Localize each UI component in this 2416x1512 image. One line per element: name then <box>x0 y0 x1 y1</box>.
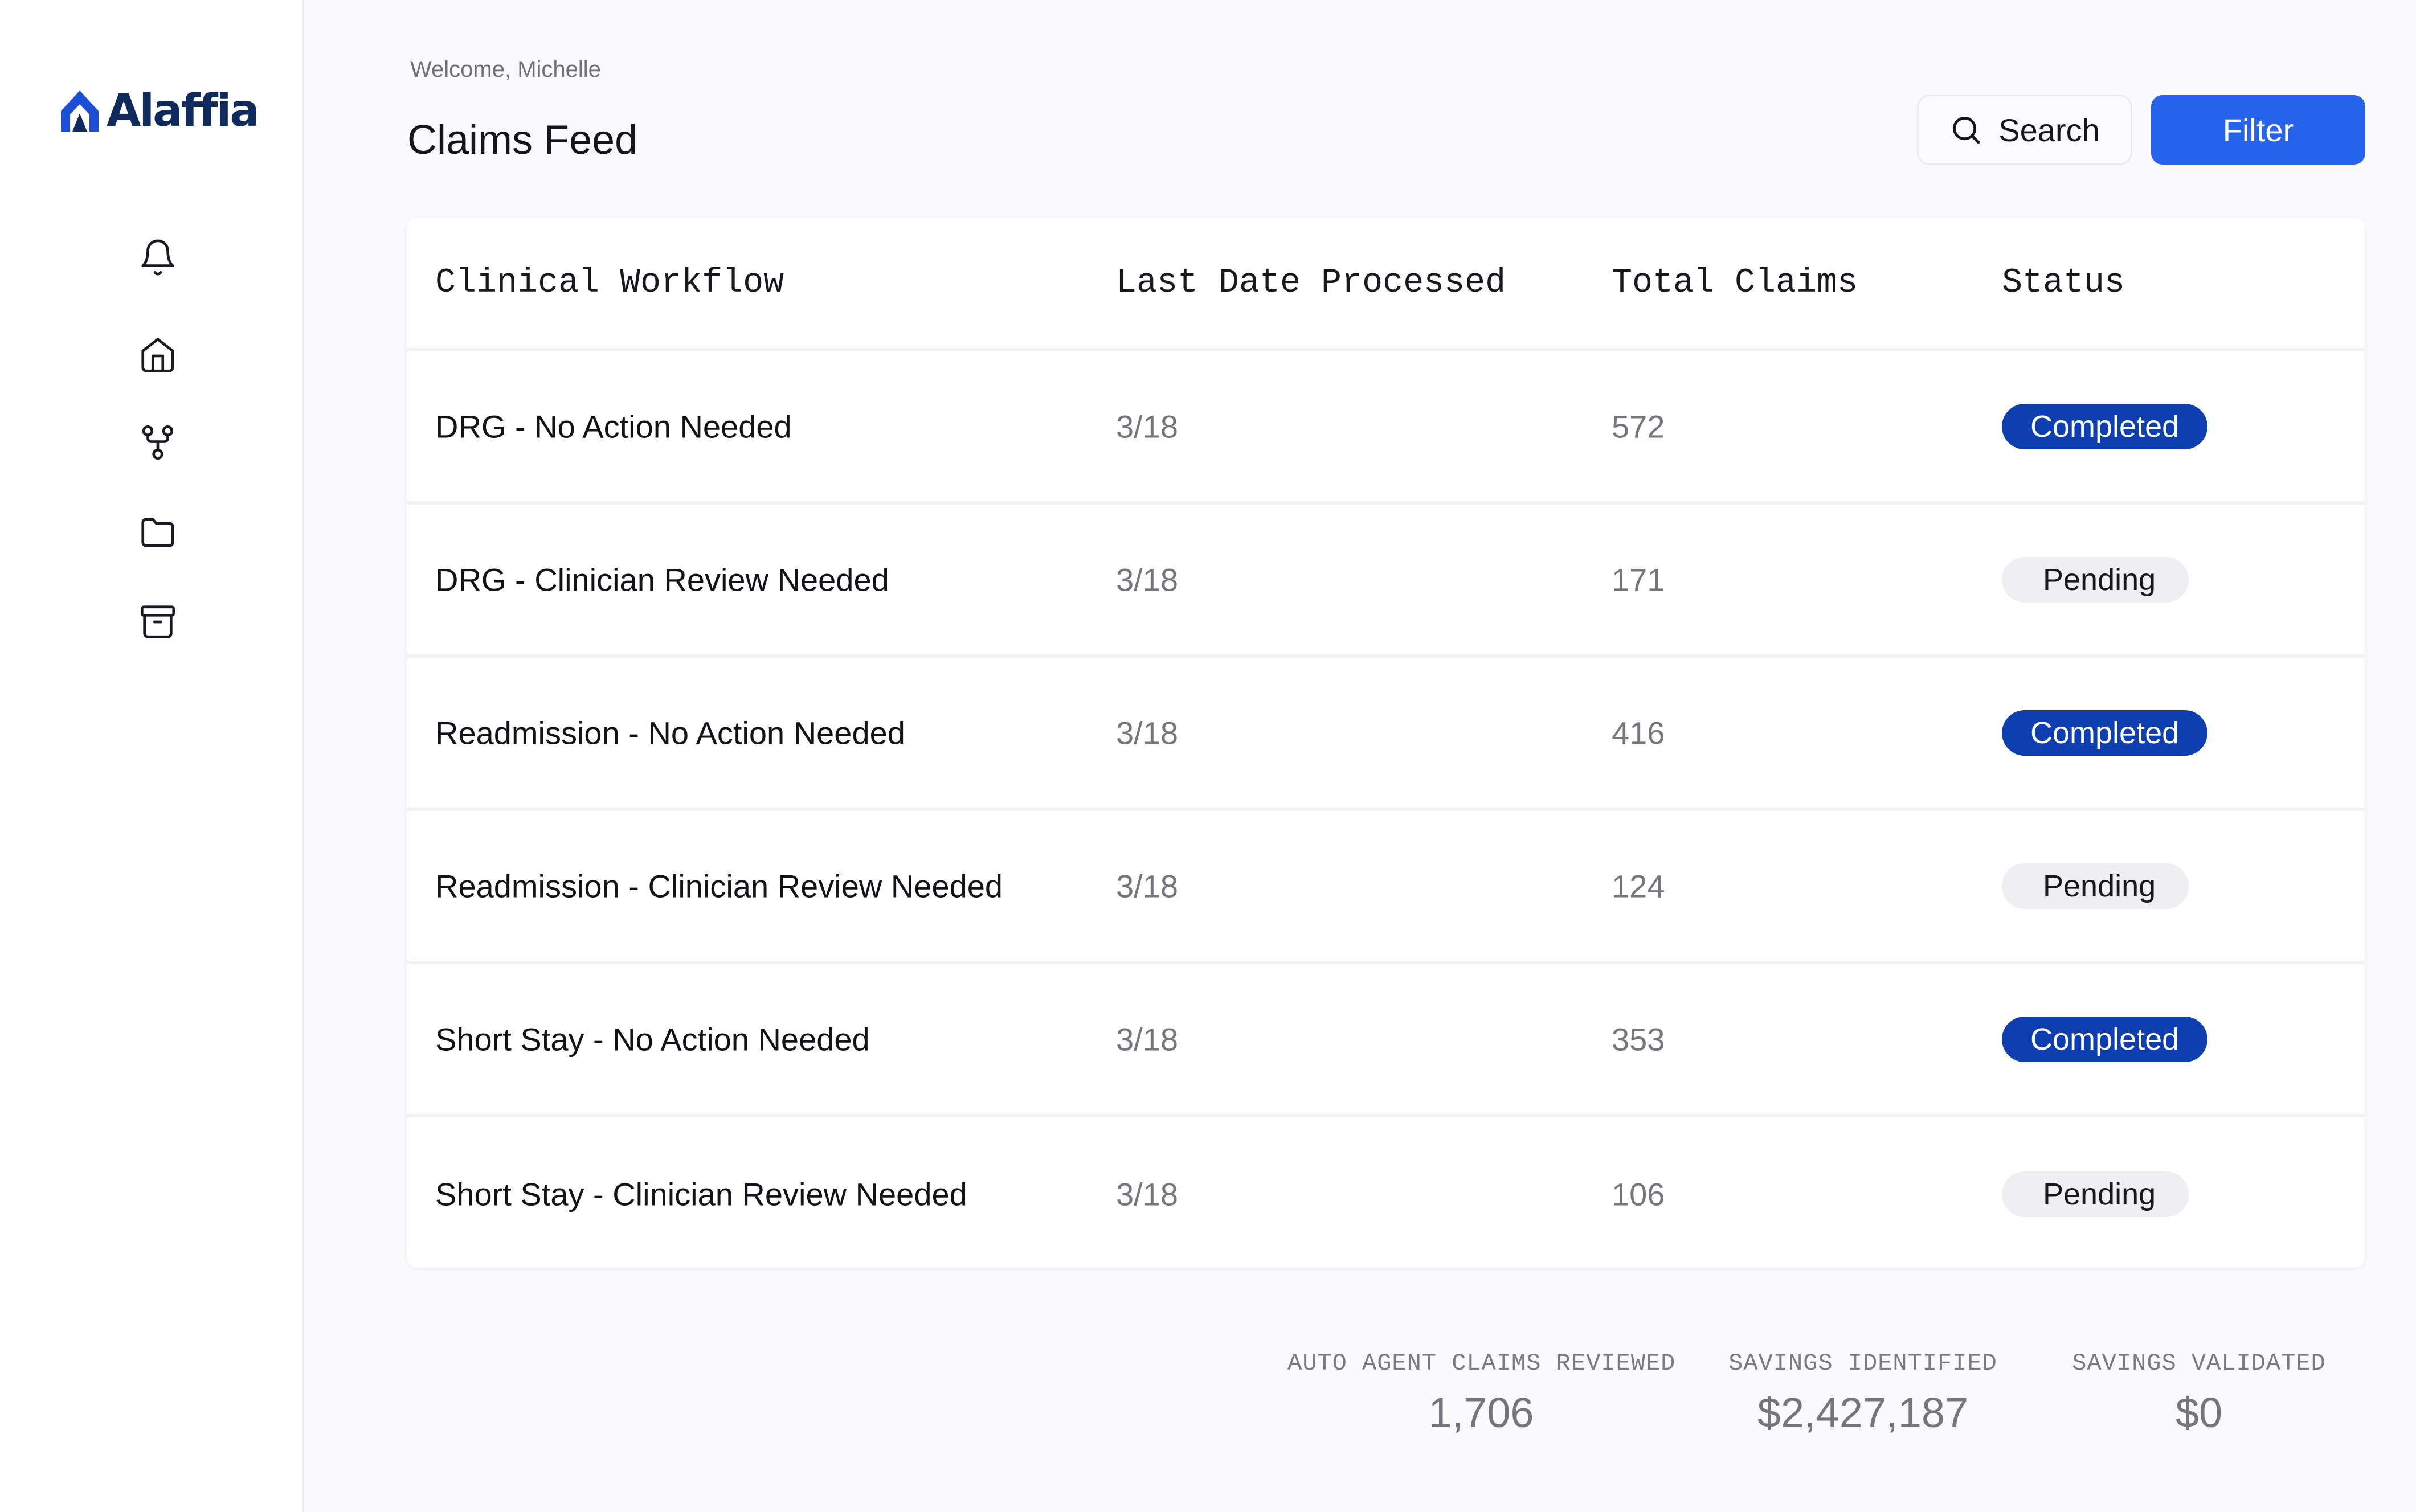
table-row[interactable]: Readmission - Clinician Review Needed 3/… <box>407 811 2365 964</box>
column-header-total-claims[interactable]: Total Claims <box>1612 264 1858 302</box>
status-badge: Completed <box>2002 403 2208 449</box>
total-claims: 416 <box>1612 715 1665 751</box>
total-claims: 106 <box>1612 1176 1665 1212</box>
total-claims: 171 <box>1612 562 1665 597</box>
column-header-last-date[interactable]: Last Date Processed <box>1116 264 1506 302</box>
status-cell: Pending <box>2002 1171 2189 1217</box>
bell-icon <box>141 239 174 276</box>
stat-value: 1,706 <box>1428 1389 1534 1436</box>
last-date: 3/18 <box>1116 868 1178 904</box>
alaffia-logo-icon <box>61 91 99 132</box>
stat-savings-validated: SAVINGS VALIDATED $0 <box>2062 1350 2336 1437</box>
stat-savings-identified: SAVINGS IDENTIFIED $2,427,187 <box>1726 1350 2000 1437</box>
status-cell: Completed <box>2002 710 2208 756</box>
table-row[interactable]: DRG - Clinician Review Needed 3/18 171 P… <box>407 505 2365 658</box>
table-row[interactable]: Readmission - No Action Needed 3/18 416 … <box>407 658 2365 811</box>
status-cell: Pending <box>2002 556 2189 603</box>
brand-name: Alaffia <box>107 85 260 137</box>
folder-icon <box>141 518 174 547</box>
search-icon <box>1953 117 1980 144</box>
status-badge: Completed <box>2002 1016 2208 1062</box>
total-claims: 124 <box>1612 868 1665 904</box>
last-date: 3/18 <box>1116 408 1178 444</box>
table-header: Clinical Workflow Last Date Processed To… <box>407 218 2365 351</box>
search-button-label: Search <box>1998 112 2100 148</box>
archive-nav[interactable] <box>137 601 179 643</box>
column-header-status[interactable]: Status <box>2002 264 2125 302</box>
workflow-name: Readmission - Clinician Review Needed <box>435 868 1003 904</box>
workflow-name: DRG - Clinician Review Needed <box>435 562 889 597</box>
last-date: 3/18 <box>1116 1176 1178 1212</box>
total-claims: 572 <box>1612 408 1665 444</box>
table-row[interactable]: Short Stay - Clinician Review Needed 3/1… <box>407 1117 2365 1268</box>
column-header-workflow[interactable]: Clinical Workflow <box>435 264 784 302</box>
workflow-name: Short Stay - Clinician Review Needed <box>435 1176 967 1212</box>
workflow-icon <box>142 425 174 460</box>
status-badge: Completed <box>2002 710 2208 756</box>
sidebar: Alaffia <box>0 0 304 1512</box>
workflow-name: Short Stay - No Action Needed <box>435 1021 870 1057</box>
workflows-nav[interactable] <box>137 421 179 464</box>
table-row[interactable]: DRG - No Action Needed 3/18 572 Complete… <box>407 351 2365 505</box>
last-date: 3/18 <box>1116 715 1178 751</box>
table-row[interactable]: Short Stay - No Action Needed 3/18 353 C… <box>407 964 2365 1117</box>
filter-button[interactable]: Filter <box>2151 95 2365 165</box>
files-nav[interactable] <box>137 511 179 554</box>
workflow-name: Readmission - No Action Needed <box>435 715 905 751</box>
status-badge: Pending <box>2002 1171 2189 1217</box>
notifications-nav[interactable] <box>137 236 179 278</box>
status-badge: Pending <box>2002 556 2189 603</box>
claims-table: Clinical Workflow Last Date Processed To… <box>407 218 2365 1268</box>
workflow-name: DRG - No Action Needed <box>435 408 792 444</box>
status-cell: Completed <box>2002 403 2208 449</box>
stat-value: $2,427,187 <box>1757 1389 1969 1436</box>
stat-value: $0 <box>2175 1389 2223 1436</box>
stat-label: AUTO AGENT CLAIMS REVIEWED <box>1287 1350 1676 1377</box>
home-icon <box>141 338 174 372</box>
status-badge: Pending <box>2002 863 2189 909</box>
last-date: 3/18 <box>1116 562 1178 597</box>
status-cell: Pending <box>2002 863 2189 909</box>
brand-logo[interactable]: Alaffia <box>60 85 260 137</box>
status-cell: Completed <box>2002 1016 2208 1062</box>
archive-icon <box>140 605 175 638</box>
stat-label: SAVINGS IDENTIFIED <box>1728 1350 1997 1377</box>
home-nav[interactable] <box>137 333 179 375</box>
page-title: Claims Feed <box>407 117 638 163</box>
welcome-text: Welcome, Michelle <box>410 57 601 82</box>
search-button[interactable]: Search <box>1917 95 2132 165</box>
stat-label: SAVINGS VALIDATED <box>2072 1350 2326 1377</box>
last-date: 3/18 <box>1116 1021 1178 1057</box>
total-claims: 353 <box>1612 1021 1665 1057</box>
stat-claims-reviewed: AUTO AGENT CLAIMS REVIEWED 1,706 <box>1287 1350 1675 1437</box>
